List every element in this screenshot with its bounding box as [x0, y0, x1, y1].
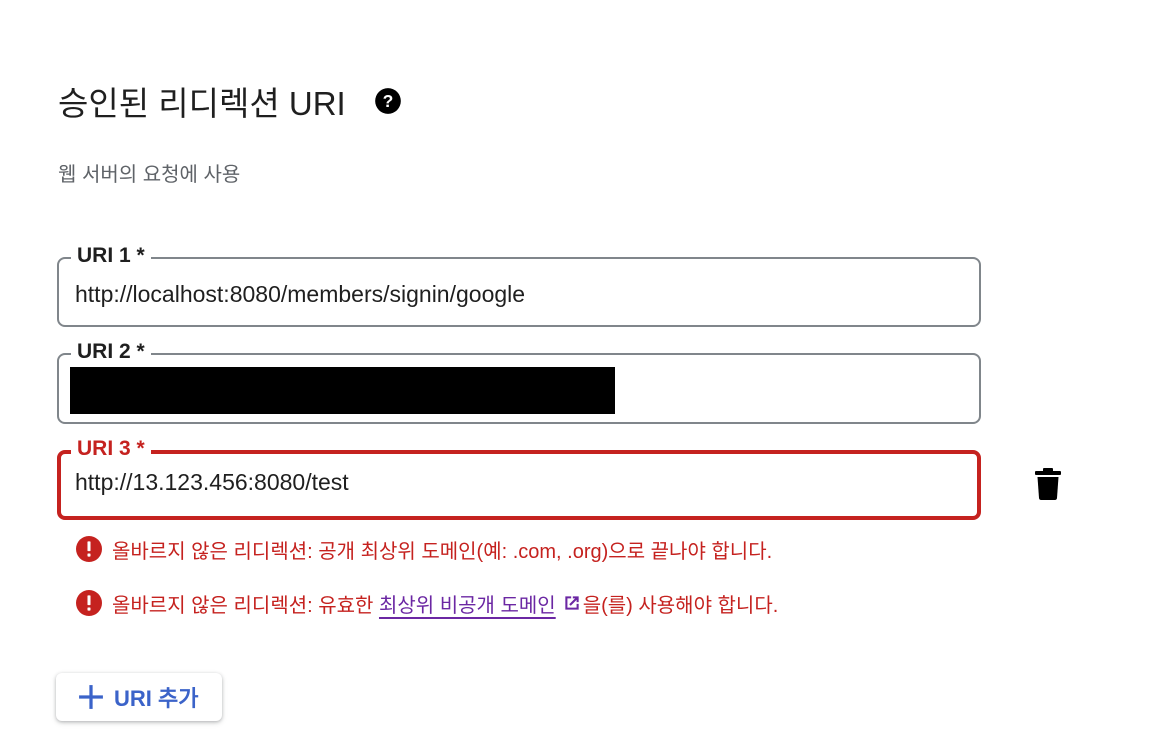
- section-subtitle: 웹 서버의 요청에 사용: [58, 164, 241, 186]
- error-text-prefix: 올바르지 않은 리디렉션: 유효한: [112, 594, 379, 617]
- svg-text:?: ?: [382, 91, 393, 111]
- page-title: 승인된 리디렉션 URI: [58, 85, 346, 122]
- redacted-value: [70, 367, 615, 414]
- external-link-icon: [565, 596, 579, 610]
- uri-1-field[interactable]: URI 1 * http://localhost:8080/members/si…: [57, 242, 981, 327]
- trash-icon[interactable]: [1034, 467, 1062, 501]
- uri-3-field[interactable]: URI 3 * http://13.123.456:8080/test: [57, 435, 981, 520]
- uri-1-label: URI 1 *: [71, 242, 151, 270]
- private-domain-link[interactable]: 최상위 비공개 도메인: [379, 589, 556, 618]
- uri-2-label: URI 2 *: [71, 338, 151, 366]
- error-icon: [76, 590, 102, 616]
- error-icon: [76, 536, 102, 562]
- error-message-tld: 올바르지 않은 리디렉션: 공개 최상위 도메인(예: .com, .org)으…: [76, 535, 772, 563]
- uri-3-label: URI 3 *: [71, 435, 151, 463]
- error-text-suffix: 을(를) 사용해야 합니다.: [582, 594, 779, 617]
- add-uri-label: URI 추가: [114, 686, 199, 711]
- help-circle-icon[interactable]: ?: [374, 87, 402, 115]
- uri-3-input[interactable]: http://13.123.456:8080/test: [75, 467, 349, 497]
- plus-icon: [79, 685, 103, 709]
- error-message-private-domain: 올바르지 않은 리디렉션: 유효한 최상위 비공개 도메인 을(를) 사용해야 …: [76, 589, 778, 617]
- add-uri-button[interactable]: URI 추가: [56, 673, 222, 721]
- uri-1-input[interactable]: http://localhost:8080/members/signin/goo…: [75, 279, 525, 309]
- section-header: 승인된 리디렉션 URI ?: [58, 78, 402, 124]
- uri-2-field[interactable]: URI 2 *: [57, 338, 981, 424]
- error-text-tld: 올바르지 않은 리디렉션: 공개 최상위 도메인(예: .com, .org)으…: [112, 540, 773, 563]
